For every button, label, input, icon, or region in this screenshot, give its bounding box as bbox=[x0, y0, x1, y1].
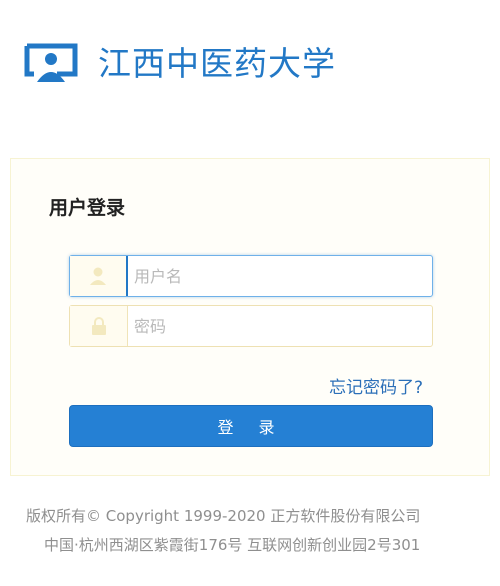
password-input[interactable] bbox=[128, 306, 432, 346]
monitor-person-icon bbox=[24, 43, 78, 82]
password-field[interactable] bbox=[69, 305, 433, 347]
login-panel: 用户登录 忘记密码了? 登 录 bbox=[10, 158, 490, 476]
site-header: 江西中医药大学 bbox=[24, 40, 336, 88]
address-text: 中国·杭州西湖区紫霞街176号 互联网创新创业园2号301 bbox=[44, 536, 421, 554]
username-field[interactable] bbox=[69, 255, 433, 297]
login-button[interactable]: 登 录 bbox=[69, 405, 433, 447]
login-title: 用户登录 bbox=[49, 197, 126, 219]
school-name: 江西中医药大学 bbox=[98, 44, 336, 83]
lock-icon bbox=[70, 306, 128, 346]
user-icon bbox=[70, 256, 128, 296]
copyright-text: 版权所有© Copyright 1999-2020 正方软件股份有限公司 bbox=[26, 507, 421, 525]
username-input[interactable] bbox=[128, 256, 432, 296]
forgot-password-link[interactable]: 忘记密码了? bbox=[329, 373, 423, 398]
